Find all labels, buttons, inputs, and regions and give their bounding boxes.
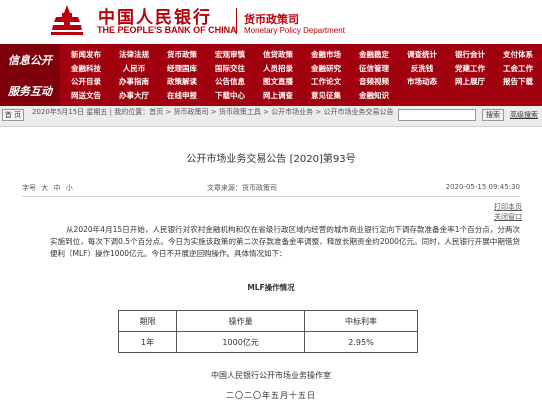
search-input[interactable] xyxy=(398,109,476,121)
nav-item[interactable]: 经理国库 xyxy=(158,62,206,76)
nav-item[interactable]: 网上调查 xyxy=(254,89,302,103)
signing-date: 二〇二〇年五月十五日 xyxy=(226,391,316,400)
nav-item[interactable]: 征信管理 xyxy=(350,62,398,76)
nav-item[interactable]: 党建工作 xyxy=(446,62,494,76)
dept-name-cn[interactable]: 货币政策司 xyxy=(244,11,299,27)
nav-item[interactable]: 网送文告 xyxy=(62,89,110,103)
signing-office: 中国人民银行公开市场业务操作室 xyxy=(211,371,331,380)
nav-item[interactable]: 工作论文 xyxy=(302,75,350,89)
nav-item[interactable]: 金融稳定 xyxy=(350,48,398,62)
pboc-logo-icon xyxy=(51,5,83,35)
nav-item[interactable]: 人民币 xyxy=(110,62,158,76)
font-size-medium[interactable]: 中 xyxy=(53,184,60,192)
nav-item[interactable]: 人员招录 xyxy=(254,62,302,76)
article-title: 公开市场业务交易公告 [2020]第93号 xyxy=(186,154,356,165)
advanced-search-link[interactable]: 高级搜索 xyxy=(510,110,538,120)
article-tools: 打印本页 关闭窗口 xyxy=(452,202,522,222)
nav-item[interactable]: 反洗钱 xyxy=(398,62,446,76)
nav-item[interactable]: 货币政策 xyxy=(158,48,206,62)
nav-item xyxy=(398,89,446,103)
breadcrumb[interactable]: 2020年5月15日 星期五 | 我的位置：首页 > 货币政策司 > 货币政策工… xyxy=(32,108,394,117)
table-header-cell: 中标利率 xyxy=(304,310,418,332)
nav-item[interactable]: 图文直播 xyxy=(254,75,302,89)
font-size-switcher: 字号 大 中 小 xyxy=(22,183,73,193)
table-cell-term: 1年 xyxy=(117,331,178,353)
nav-item[interactable]: 政策解读 xyxy=(158,75,206,89)
font-size-small[interactable]: 小 xyxy=(66,184,73,192)
mlf-operation-table: 期限 操作量 中标利率 1年 1000亿元 2.95% xyxy=(117,310,418,353)
nav-item[interactable]: 新闻发布 xyxy=(62,48,110,62)
font-size-large[interactable]: 大 xyxy=(41,184,48,192)
nav-item[interactable]: 金融科技 xyxy=(62,62,110,76)
nav-item[interactable]: 下载中心 xyxy=(206,89,254,103)
print-page-link[interactable]: 打印本页 xyxy=(452,202,522,212)
nav-item[interactable]: 信贷政策 xyxy=(254,48,302,62)
table-cell-rate: 2.95% xyxy=(304,331,418,353)
nav-tag-info-disclosure: 信息公开 xyxy=(0,44,60,75)
nav-grid: 新闻发布 法律法规 货币政策 宏观审慎 信贷政策 金融市场 金融稳定 调查统计 银行会计 支付体系… xyxy=(62,48,542,102)
meta-divider xyxy=(22,196,520,197)
nav-item[interactable]: 法律法规 xyxy=(110,48,158,62)
nav-item[interactable]: 金融市场 xyxy=(302,48,350,62)
bank-name-en: THE PEOPLE'S BANK OF CHINA xyxy=(97,25,237,35)
nav-item[interactable]: 金融知识 xyxy=(350,89,398,103)
dept-name-en: Monetary Policy Department xyxy=(244,26,345,35)
search-button[interactable]: 搜索 xyxy=(482,109,504,121)
nav-item[interactable]: 国际交往 xyxy=(206,62,254,76)
table-cell-amount: 1000亿元 xyxy=(176,331,306,353)
publish-date: 2020-05-15 09:45:30 xyxy=(445,183,520,191)
table-header-row: 期限 操作量 中标利率 xyxy=(117,310,418,332)
nav-item[interactable]: 公告信息 xyxy=(206,75,254,89)
header-divider xyxy=(236,8,237,34)
home-button[interactable]: 首 页 xyxy=(2,109,24,121)
table-header-cell: 期限 xyxy=(117,310,178,332)
nav-item[interactable]: 办事大厅 xyxy=(110,89,158,103)
nav-item[interactable]: 在线申报 xyxy=(158,89,206,103)
site-header: 中国人民银行 THE PEOPLE'S BANK OF CHINA 货币政策司 … xyxy=(0,0,542,44)
nav-item[interactable]: 音频视频 xyxy=(350,75,398,89)
nav-item[interactable]: 工会工作 xyxy=(494,62,542,76)
breadcrumb-bar: 首 页 2020年5月15日 星期五 | 我的位置：首页 > 货币政策司 > 货… xyxy=(0,106,542,127)
nav-item[interactable]: 金融研究 xyxy=(302,62,350,76)
nav-item xyxy=(494,89,542,103)
table-row: 1年 1000亿元 2.95% xyxy=(117,331,418,353)
nav-item[interactable]: 办事指南 xyxy=(110,75,158,89)
table-header-cell: 操作量 xyxy=(176,310,306,332)
article-body: 从2020年4月15日开始，人民银行对农村金融机构和仅在省级行政区域内经营的城市… xyxy=(50,225,520,259)
nav-item[interactable]: 支付体系 xyxy=(494,48,542,62)
article-meta: 字号 大 中 小 文章来源：货币政策司 2020-05-15 09:45:30 xyxy=(22,183,520,195)
table-caption: MLF操作情况 xyxy=(247,283,295,292)
close-window-link[interactable]: 关闭窗口 xyxy=(452,212,522,222)
nav-item[interactable]: 银行会计 xyxy=(446,48,494,62)
nav-tag-service: 服务互动 xyxy=(0,75,60,106)
nav-item[interactable]: 报告下载 xyxy=(494,75,542,89)
nav-item[interactable]: 市场动态 xyxy=(398,75,446,89)
nav-item[interactable]: 宏观审慎 xyxy=(206,48,254,62)
main-navigation: 信息公开 服务互动 新闻发布 法律法规 货币政策 宏观审慎 信贷政策 金融市场 金融稳定 调查… xyxy=(0,44,542,106)
article-source: 文章来源：货币政策司 xyxy=(207,184,277,192)
nav-item[interactable]: 调查统计 xyxy=(398,48,446,62)
nav-item xyxy=(446,89,494,103)
font-size-label: 字号 xyxy=(22,184,36,192)
nav-item[interactable]: 意见征集 xyxy=(302,89,350,103)
nav-item[interactable]: 网上展厅 xyxy=(446,75,494,89)
nav-item[interactable]: 公开目录 xyxy=(62,75,110,89)
